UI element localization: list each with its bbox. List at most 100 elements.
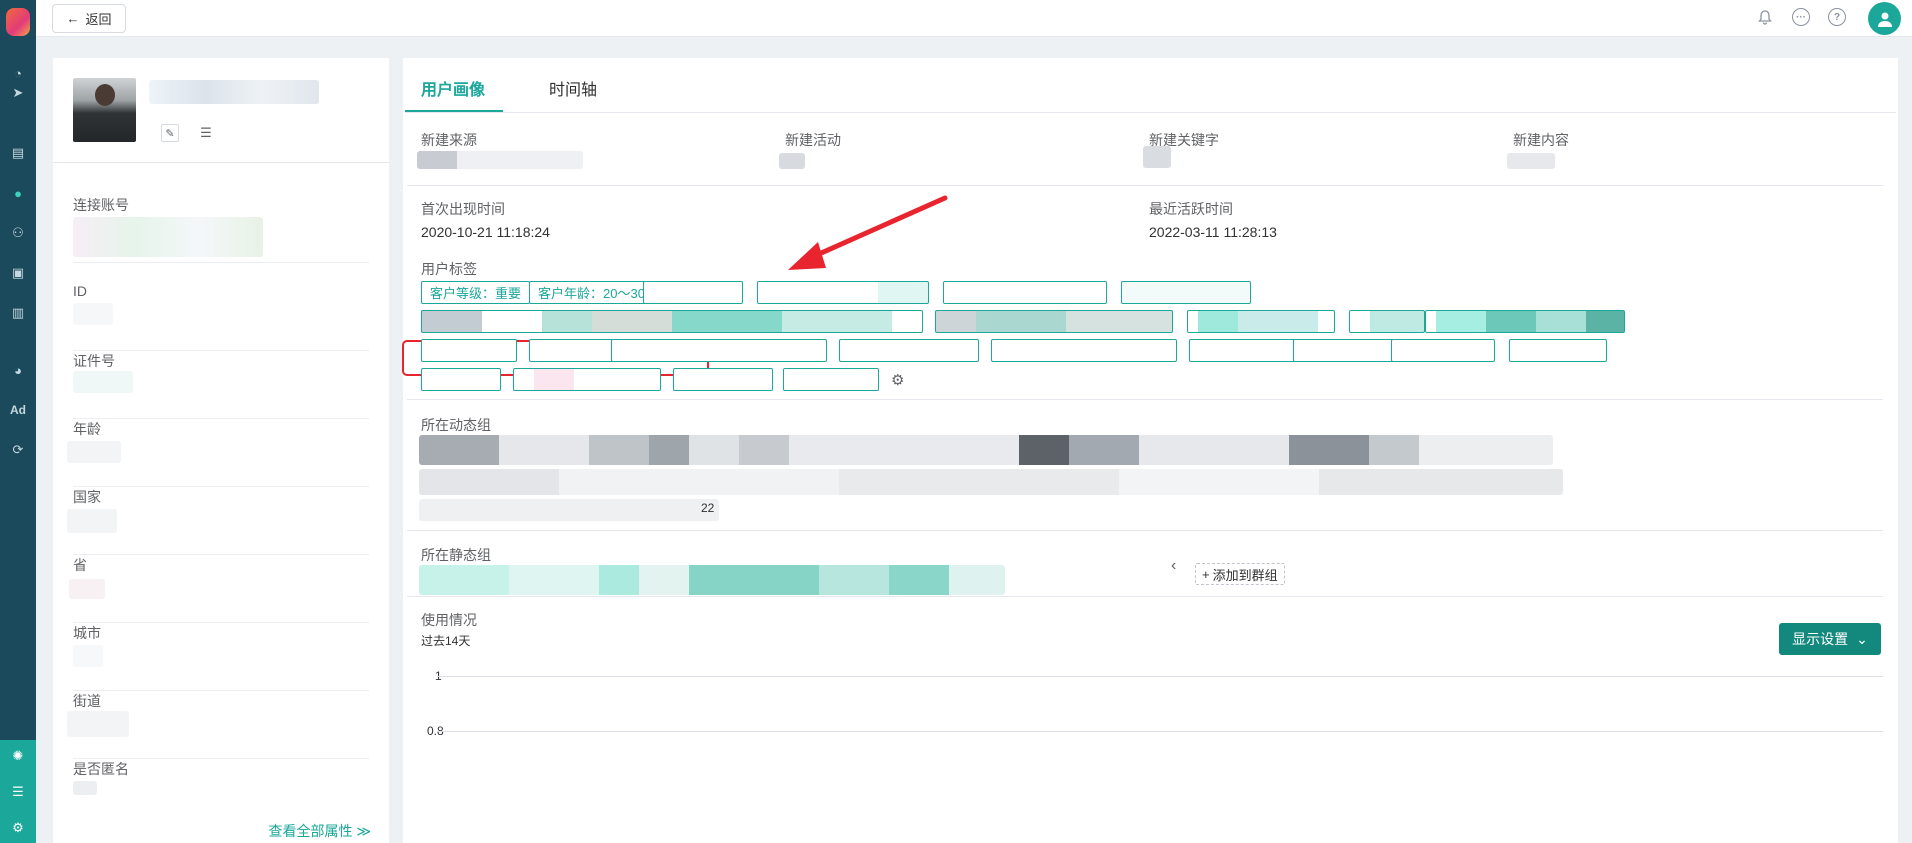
tag-redacted[interactable] — [421, 310, 923, 333]
header-new-content: 新建内容 — [1513, 132, 1569, 148]
tag-redacted[interactable] — [421, 368, 501, 391]
profile-name-redacted — [149, 80, 319, 104]
gear-icon[interactable]: ⚙ — [0, 813, 36, 843]
redacted-groups — [419, 469, 1563, 495]
chat-icon[interactable]: ··· — [1792, 8, 1810, 26]
display-settings-label: 显示设置 — [1792, 631, 1849, 647]
first-seen-value: 2020-10-21 11:18:24 — [421, 224, 550, 240]
list-icon[interactable]: ☰ — [197, 124, 215, 142]
dynamic-groups-label: 所在动态组 — [421, 417, 491, 433]
tag-redacted[interactable] — [1391, 339, 1495, 362]
section-divider — [407, 530, 1883, 531]
chevron-down-icon: ⌄ — [1856, 630, 1868, 647]
tag-redacted[interactable] — [783, 368, 879, 391]
user-avatar-icon[interactable] — [1868, 2, 1901, 35]
dynamic-groups-fragment: 22 — [701, 501, 715, 515]
tag-redacted[interactable] — [943, 281, 1107, 304]
redacted-value — [417, 151, 583, 169]
add-to-group-button[interactable]: + 添加到群组 — [1195, 563, 1285, 585]
redacted-value — [69, 579, 105, 599]
tab-bar: 用户画像 时间轴 — [403, 58, 1898, 112]
redacted-value — [73, 371, 133, 393]
wechat-icon[interactable]: ◕ — [0, 355, 36, 385]
list-icon[interactable]: ☰ — [0, 777, 36, 807]
field-id: ID — [73, 283, 369, 351]
bell-icon[interactable] — [1756, 8, 1774, 26]
tag-redacted[interactable] — [529, 339, 615, 362]
static-groups-label: 所在静态组 — [421, 547, 491, 563]
tag-redacted[interactable] — [1349, 310, 1425, 333]
tag-redacted[interactable] — [1425, 310, 1625, 333]
app-logo[interactable] — [6, 8, 30, 36]
redacted-value — [73, 303, 113, 325]
view-all-attributes-link[interactable]: 查看全部属性 ≫ — [268, 821, 371, 841]
field-city: 城市 — [73, 623, 369, 691]
send-icon[interactable]: ➤ — [0, 78, 36, 108]
tab-user-profile[interactable]: 用户画像 — [421, 76, 485, 100]
usage-label: 使用情况 — [421, 612, 477, 628]
bookmark-icon[interactable]: ▣ — [0, 258, 36, 288]
profile-photo — [73, 78, 136, 142]
tag-redacted[interactable] — [643, 281, 743, 304]
tag-redacted[interactable] — [991, 339, 1177, 362]
top-bar: ← 返回 ··· ? — [36, 0, 1912, 37]
plus-icon: + — [1202, 566, 1210, 582]
person-icon[interactable]: ● — [0, 178, 36, 208]
section-divider — [407, 596, 1883, 597]
tag-redacted[interactable] — [1509, 339, 1607, 362]
tag-customer-level[interactable]: 客户等级：重要 — [421, 281, 531, 304]
refresh-icon[interactable]: ⟳ — [0, 435, 36, 465]
tag-customer-age[interactable]: 客户年龄：20～30 — [529, 281, 654, 304]
redacted-value — [67, 711, 129, 737]
field-province: 省 — [69, 555, 369, 623]
bar-chart-icon[interactable]: ▥ — [0, 298, 36, 328]
last-active-label: 最近活跃时间 — [1149, 201, 1233, 217]
chevron-left-icon[interactable]: ‹ — [1171, 557, 1176, 575]
redacted-value — [73, 781, 97, 795]
tag-redacted[interactable] — [935, 310, 1173, 333]
chart-gridline — [437, 731, 1883, 732]
tag-redacted[interactable] — [1187, 310, 1335, 333]
back-button-label: 返回 — [85, 12, 112, 27]
tag-redacted[interactable] — [1121, 281, 1251, 304]
network-icon[interactable]: ✺ — [0, 741, 36, 771]
header-new-source: 新建来源 — [421, 132, 477, 148]
tag-redacted[interactable] — [1189, 339, 1299, 362]
people-icon[interactable]: ⚇ — [0, 218, 36, 248]
field-label: 国家 — [73, 489, 101, 505]
nav-rail: ◔ ➤ ▤ ● ⚇ ▣ ▥ ◕ Ad ⟳ ✺ ☰ ⚙ — [0, 0, 36, 843]
redacted-static-groups — [419, 565, 1005, 595]
profile-content: 新建来源 新建活动 新建关键字 新建内容 首次出现时间 2020-10-21 1… — [402, 112, 1896, 843]
field-label: 街道 — [73, 693, 101, 709]
table-icon[interactable]: ▤ — [0, 138, 36, 168]
tag-redacted[interactable] — [513, 368, 661, 391]
edit-icon[interactable]: ✎ — [161, 124, 179, 142]
tag-redacted[interactable] — [1293, 339, 1397, 362]
field-label: 城市 — [73, 625, 101, 641]
nav-rail-bottom: ✺ ☰ ⚙ — [0, 740, 36, 843]
redacted-groups — [419, 499, 719, 521]
ad-icon[interactable]: Ad — [0, 395, 36, 425]
help-icon[interactable]: ? — [1828, 8, 1846, 26]
tag-settings-icon[interactable]: ⚙ — [891, 371, 904, 389]
tag-redacted[interactable] — [839, 339, 979, 362]
annotation-arrow-icon — [788, 195, 948, 270]
tag-redacted[interactable] — [673, 368, 773, 391]
tag-redacted[interactable] — [421, 339, 517, 362]
display-settings-button[interactable]: 显示设置 ⌄ — [1779, 623, 1881, 655]
usage-range-label: 过去14天 — [421, 634, 471, 648]
tag-redacted[interactable] — [611, 339, 827, 362]
redacted-value — [1143, 146, 1171, 168]
tag-redacted[interactable] — [757, 281, 929, 304]
redacted-value — [1507, 153, 1555, 169]
field-anonymous: 是否匿名 — [73, 759, 369, 827]
redacted-value — [67, 441, 121, 463]
back-button[interactable]: ← 返回 — [52, 4, 126, 33]
field-id-number: 证件号 — [73, 351, 369, 419]
field-country: 国家 — [67, 487, 369, 555]
field-age: 年龄 — [67, 419, 369, 487]
arrow-left-icon: ← — [66, 11, 80, 26]
field-label: 省 — [73, 557, 87, 573]
section-divider — [407, 185, 1883, 186]
tab-timeline[interactable]: 时间轴 — [549, 76, 597, 100]
